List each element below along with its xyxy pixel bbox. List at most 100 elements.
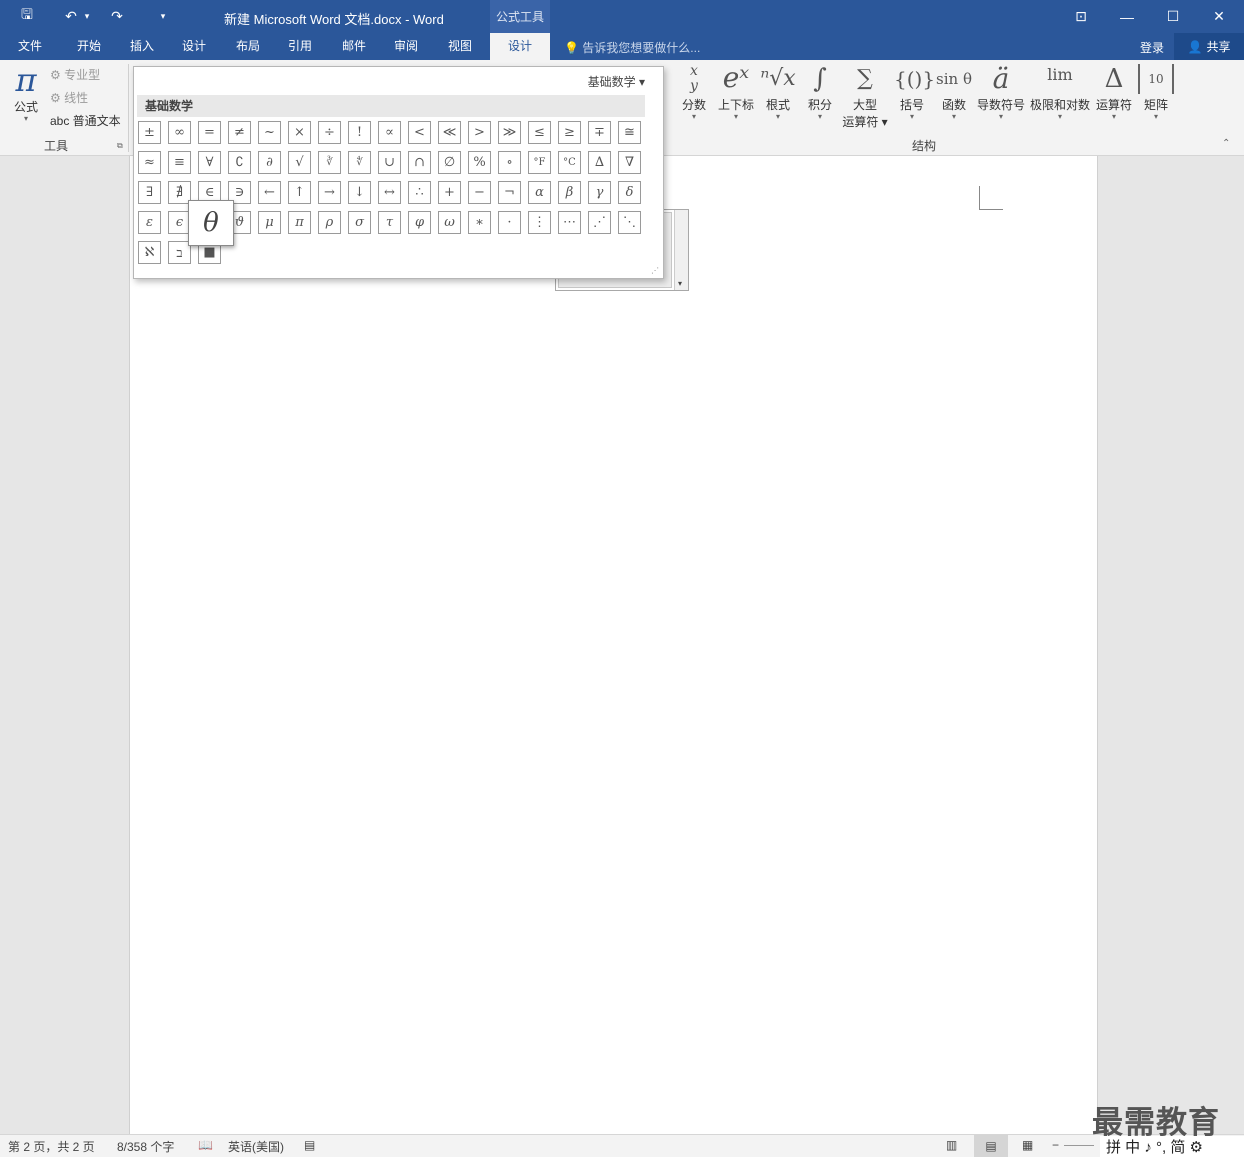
tab-references[interactable]: 引用 bbox=[278, 33, 322, 60]
resize-grip-icon[interactable]: ⋰ bbox=[651, 266, 659, 275]
symbol-button[interactable]: ω bbox=[438, 211, 461, 234]
symbol-button[interactable]: ≫ bbox=[498, 121, 521, 144]
symbol-button[interactable]: > bbox=[468, 121, 491, 144]
accent-button[interactable]: ä 导数符号 ▾ bbox=[976, 64, 1026, 121]
professional-button[interactable]: ⚙ 专业型 bbox=[50, 66, 100, 83]
symbol-button[interactable]: ℵ bbox=[138, 241, 161, 264]
symbol-button[interactable]: ⋱ bbox=[618, 211, 641, 234]
minimize-button[interactable]: — bbox=[1104, 0, 1150, 33]
proofing-icon[interactable]: 📖 bbox=[198, 1138, 213, 1152]
tell-me-search[interactable]: 💡 告诉我您想要做什么... bbox=[564, 39, 700, 56]
symbol-button[interactable]: ⋯ bbox=[558, 211, 581, 234]
symbol-button[interactable]: < bbox=[408, 121, 431, 144]
web-layout-icon[interactable]: ▦ bbox=[1022, 1138, 1033, 1152]
save-icon[interactable]: 🖫 bbox=[16, 6, 38, 26]
symbol-button[interactable]: = bbox=[198, 121, 221, 144]
symbol-button[interactable]: ↑ bbox=[288, 181, 311, 204]
sign-in-link[interactable]: 登录 bbox=[1140, 39, 1164, 56]
symbol-button[interactable]: ≈ bbox=[138, 151, 161, 174]
equation-button[interactable]: π 公式 ▾ bbox=[10, 64, 42, 123]
radical-button[interactable]: ⁿ√x 根式 ▾ bbox=[760, 64, 796, 121]
symbol-button[interactable]: ∜ bbox=[348, 151, 371, 174]
tab-design[interactable]: 设计 bbox=[172, 33, 216, 60]
symbol-button[interactable]: ∅ bbox=[438, 151, 461, 174]
symbol-button[interactable]: ∩ bbox=[408, 151, 431, 174]
maximize-button[interactable]: ☐ bbox=[1150, 0, 1196, 33]
print-layout-icon[interactable]: ▤ bbox=[974, 1135, 1008, 1157]
symbol-button[interactable]: ¬ bbox=[498, 181, 521, 204]
symbol-button[interactable]: γ bbox=[588, 181, 611, 204]
symbol-button[interactable]: ∃ bbox=[138, 181, 161, 204]
tab-equation-design[interactable]: 设计 bbox=[490, 33, 550, 60]
close-button[interactable]: ✕ bbox=[1196, 0, 1242, 33]
undo-icon[interactable]: ↶ bbox=[60, 6, 82, 26]
limit-log-button[interactable]: lim 极限和对数 ▾ bbox=[1030, 64, 1090, 121]
symbol-button[interactable]: ~ bbox=[258, 121, 281, 144]
collapse-ribbon-icon[interactable]: ⌃ bbox=[1222, 138, 1230, 149]
symbol-button[interactable]: φ bbox=[408, 211, 431, 234]
normal-text-button[interactable]: abc 普通文本 bbox=[50, 112, 121, 129]
symbol-button[interactable]: °F bbox=[528, 151, 551, 174]
ime-toolbar[interactable]: 拼 中 ♪ °, 简 ⚙ bbox=[1100, 1136, 1244, 1157]
symbol-button[interactable]: ∀ bbox=[198, 151, 221, 174]
symbol-button[interactable]: σ bbox=[348, 211, 371, 234]
function-button[interactable]: sin θ 函数 ▾ bbox=[934, 64, 974, 121]
dialog-launcher-icon[interactable]: ⧉ bbox=[117, 141, 123, 151]
document-page[interactable] bbox=[129, 156, 1098, 1134]
symbol-button[interactable]: ÷ bbox=[318, 121, 341, 144]
symbol-button[interactable]: ≅ bbox=[618, 121, 641, 144]
symbol-button[interactable]: ! bbox=[348, 121, 371, 144]
symbol-button[interactable]: ≠ bbox=[228, 121, 251, 144]
symbol-button[interactable]: ∴ bbox=[408, 181, 431, 204]
symbol-button[interactable]: ∂ bbox=[258, 151, 281, 174]
linear-button[interactable]: ⚙ 线性 bbox=[50, 89, 88, 106]
undo-dropdown-icon[interactable]: ▾ bbox=[80, 6, 94, 26]
operator-button[interactable]: Δ 运算符 ▾ bbox=[1094, 64, 1134, 121]
symbol-button[interactable]: δ bbox=[618, 181, 641, 204]
symbol-button[interactable]: ⋮ bbox=[528, 211, 551, 234]
symbol-button[interactable]: ∆ bbox=[588, 151, 611, 174]
symbol-button[interactable]: + bbox=[438, 181, 461, 204]
symbol-button[interactable]: ∛ bbox=[318, 151, 341, 174]
symbol-button[interactable]: β bbox=[558, 181, 581, 204]
symbol-button[interactable]: ↔ bbox=[378, 181, 401, 204]
tab-mailings[interactable]: 邮件 bbox=[332, 33, 376, 60]
symbol-button[interactable]: − bbox=[468, 181, 491, 204]
bracket-button[interactable]: {()} 括号 ▾ bbox=[894, 64, 935, 121]
symbol-button[interactable]: μ bbox=[258, 211, 281, 234]
symbol-button[interactable]: ≪ bbox=[438, 121, 461, 144]
tab-file[interactable]: 文件 bbox=[8, 33, 52, 60]
large-operator-button[interactable]: ∑ 大型 运算符 ▾ bbox=[840, 64, 890, 130]
symbol-button[interactable]: × bbox=[288, 121, 311, 144]
language-indicator[interactable]: 英语(美国) bbox=[228, 1138, 284, 1155]
symbol-button[interactable]: ∘ bbox=[498, 151, 521, 174]
matrix-button[interactable]: 10 矩阵 ▾ bbox=[1138, 64, 1174, 121]
symbol-button[interactable]: ∝ bbox=[378, 121, 401, 144]
symbol-button[interactable]: √ bbox=[288, 151, 311, 174]
symbol-button[interactable]: τ bbox=[378, 211, 401, 234]
zoom-out-icon[interactable]: − bbox=[1052, 1138, 1059, 1152]
redo-icon[interactable]: ↷ bbox=[106, 6, 128, 26]
symbol-button[interactable]: ρ bbox=[318, 211, 341, 234]
symbol-button[interactable]: ↓ bbox=[348, 181, 371, 204]
tab-home[interactable]: 开始 bbox=[66, 33, 112, 60]
customize-quick-access-icon[interactable]: ▾ bbox=[152, 6, 174, 26]
script-button[interactable]: eˣ 上下标 ▾ bbox=[716, 64, 756, 121]
symbol-button[interactable]: ⋰ bbox=[588, 211, 611, 234]
symbol-button[interactable]: ← bbox=[258, 181, 281, 204]
macro-icon[interactable]: ▤ bbox=[304, 1138, 315, 1152]
zoom-slider[interactable] bbox=[1064, 1145, 1094, 1146]
fraction-button[interactable]: xy 分数 ▾ bbox=[680, 64, 708, 121]
symbol-button[interactable]: ε bbox=[138, 211, 161, 234]
word-count[interactable]: 8/358 个字 bbox=[117, 1138, 174, 1155]
read-mode-icon[interactable]: ▥ bbox=[946, 1138, 957, 1152]
symbol-set-dropdown[interactable]: 基础数学 ▾ bbox=[588, 73, 645, 90]
share-button[interactable]: 👤 共享 bbox=[1174, 33, 1244, 60]
ribbon-display-options-icon[interactable]: ⊡ bbox=[1058, 0, 1104, 33]
symbol-button[interactable]: °C bbox=[558, 151, 581, 174]
symbol-button[interactable]: · bbox=[498, 211, 521, 234]
tab-review[interactable]: 审阅 bbox=[384, 33, 428, 60]
tab-view[interactable]: 视图 bbox=[438, 33, 482, 60]
integral-button[interactable]: ∫ 积分 ▾ bbox=[804, 64, 836, 121]
symbol-button[interactable]: ∓ bbox=[588, 121, 611, 144]
